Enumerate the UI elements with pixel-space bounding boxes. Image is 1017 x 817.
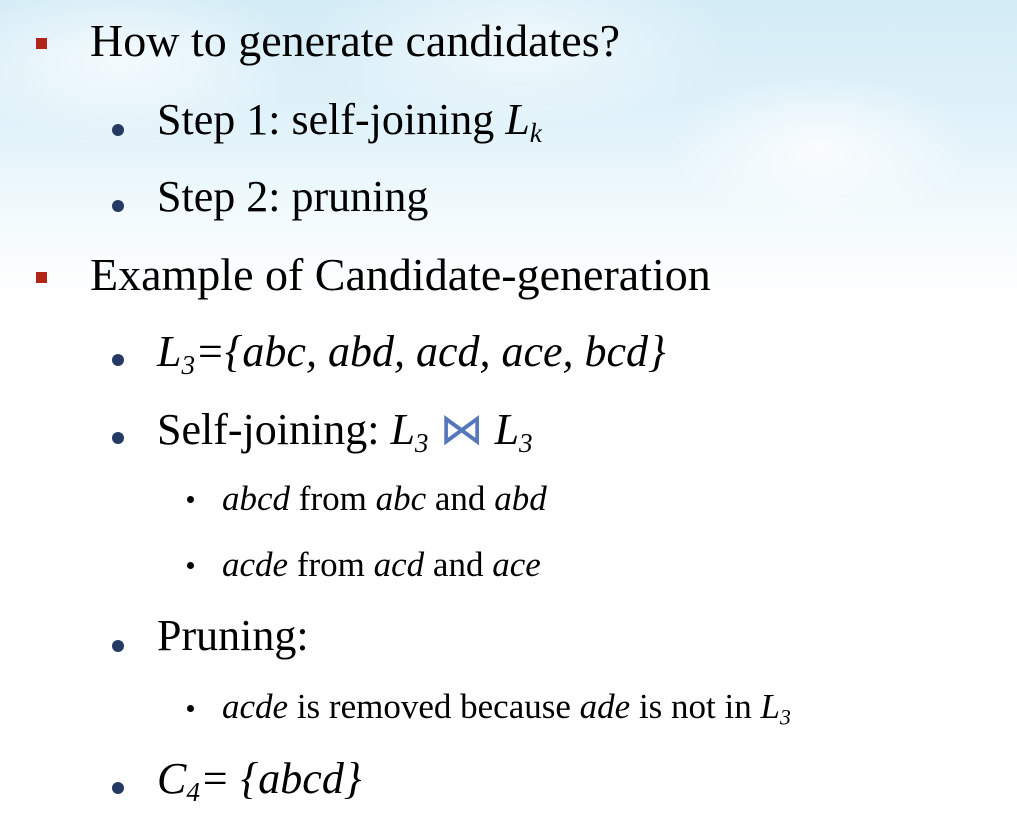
bullet-how-to-generate: How to generate candidates? bbox=[90, 15, 621, 66]
round-bullet-icon bbox=[112, 354, 124, 366]
math-text: abcd bbox=[222, 479, 291, 518]
math-text: L bbox=[760, 687, 780, 726]
math-text: 3 bbox=[415, 428, 429, 458]
math-text: k bbox=[529, 118, 542, 149]
sub-bullet-acde: acde from acd and ace bbox=[222, 545, 541, 584]
math-text: ade bbox=[579, 687, 631, 726]
math-text: 3 bbox=[780, 706, 791, 730]
math-text: abc bbox=[375, 479, 427, 518]
square-bullet-icon bbox=[36, 272, 47, 283]
math-text: acd bbox=[373, 545, 425, 584]
square-bullet-icon bbox=[36, 38, 47, 49]
sub-bullet-acde-removed: acde is removed because ade is not in L3 bbox=[222, 687, 791, 730]
math-text: 3 bbox=[519, 428, 533, 458]
math-text: 3 bbox=[414, 428, 429, 459]
bullet-example: Example of Candidate-generation bbox=[90, 249, 711, 300]
math-text: acde bbox=[222, 687, 289, 726]
bullet-c4: C4= {abcd} bbox=[157, 754, 362, 806]
bullet-step-1: Step 1: self-joining Lk bbox=[157, 95, 542, 149]
math-text: = {abcd} bbox=[200, 754, 362, 803]
math-text: k bbox=[530, 118, 542, 148]
round-bullet-icon bbox=[112, 432, 124, 444]
math-text: ={abc, abd, acd, ace, bcd} bbox=[195, 327, 666, 376]
sub-bullet-abcd: abcd from abc and abd bbox=[222, 479, 547, 518]
math-text: L bbox=[390, 405, 415, 454]
round-bullet-icon bbox=[112, 200, 124, 212]
math-text: 4 bbox=[186, 777, 200, 808]
small-bullet-icon bbox=[187, 705, 194, 712]
math-text: C bbox=[157, 754, 187, 803]
math-text: 3 bbox=[181, 350, 196, 381]
bullet-step-2: Step 2: pruning bbox=[157, 172, 429, 221]
math-text: L bbox=[505, 95, 530, 144]
bullet-l3-set: L3={abc, abd, acd, ace, bcd} bbox=[157, 327, 666, 379]
join-symbol-icon: ⋈ bbox=[439, 405, 484, 454]
math-text: ace bbox=[492, 545, 541, 584]
math-text: L bbox=[494, 405, 520, 454]
round-bullet-icon bbox=[112, 782, 124, 794]
math-text: L bbox=[157, 327, 182, 376]
math-text: 3 bbox=[181, 350, 195, 380]
small-bullet-icon bbox=[187, 562, 194, 569]
round-bullet-icon bbox=[112, 640, 124, 652]
bullet-self-joining: Self-joining: L3 ⋈ L3 bbox=[157, 405, 533, 459]
math-text: abd bbox=[494, 479, 547, 518]
math-text: acde bbox=[222, 545, 289, 584]
math-text: 4 bbox=[186, 777, 200, 807]
math-text: 3 bbox=[779, 705, 791, 730]
round-bullet-icon bbox=[112, 124, 124, 136]
math-text: 3 bbox=[519, 428, 533, 459]
small-bullet-icon bbox=[187, 496, 194, 503]
bullet-pruning: Pruning: bbox=[157, 611, 309, 660]
